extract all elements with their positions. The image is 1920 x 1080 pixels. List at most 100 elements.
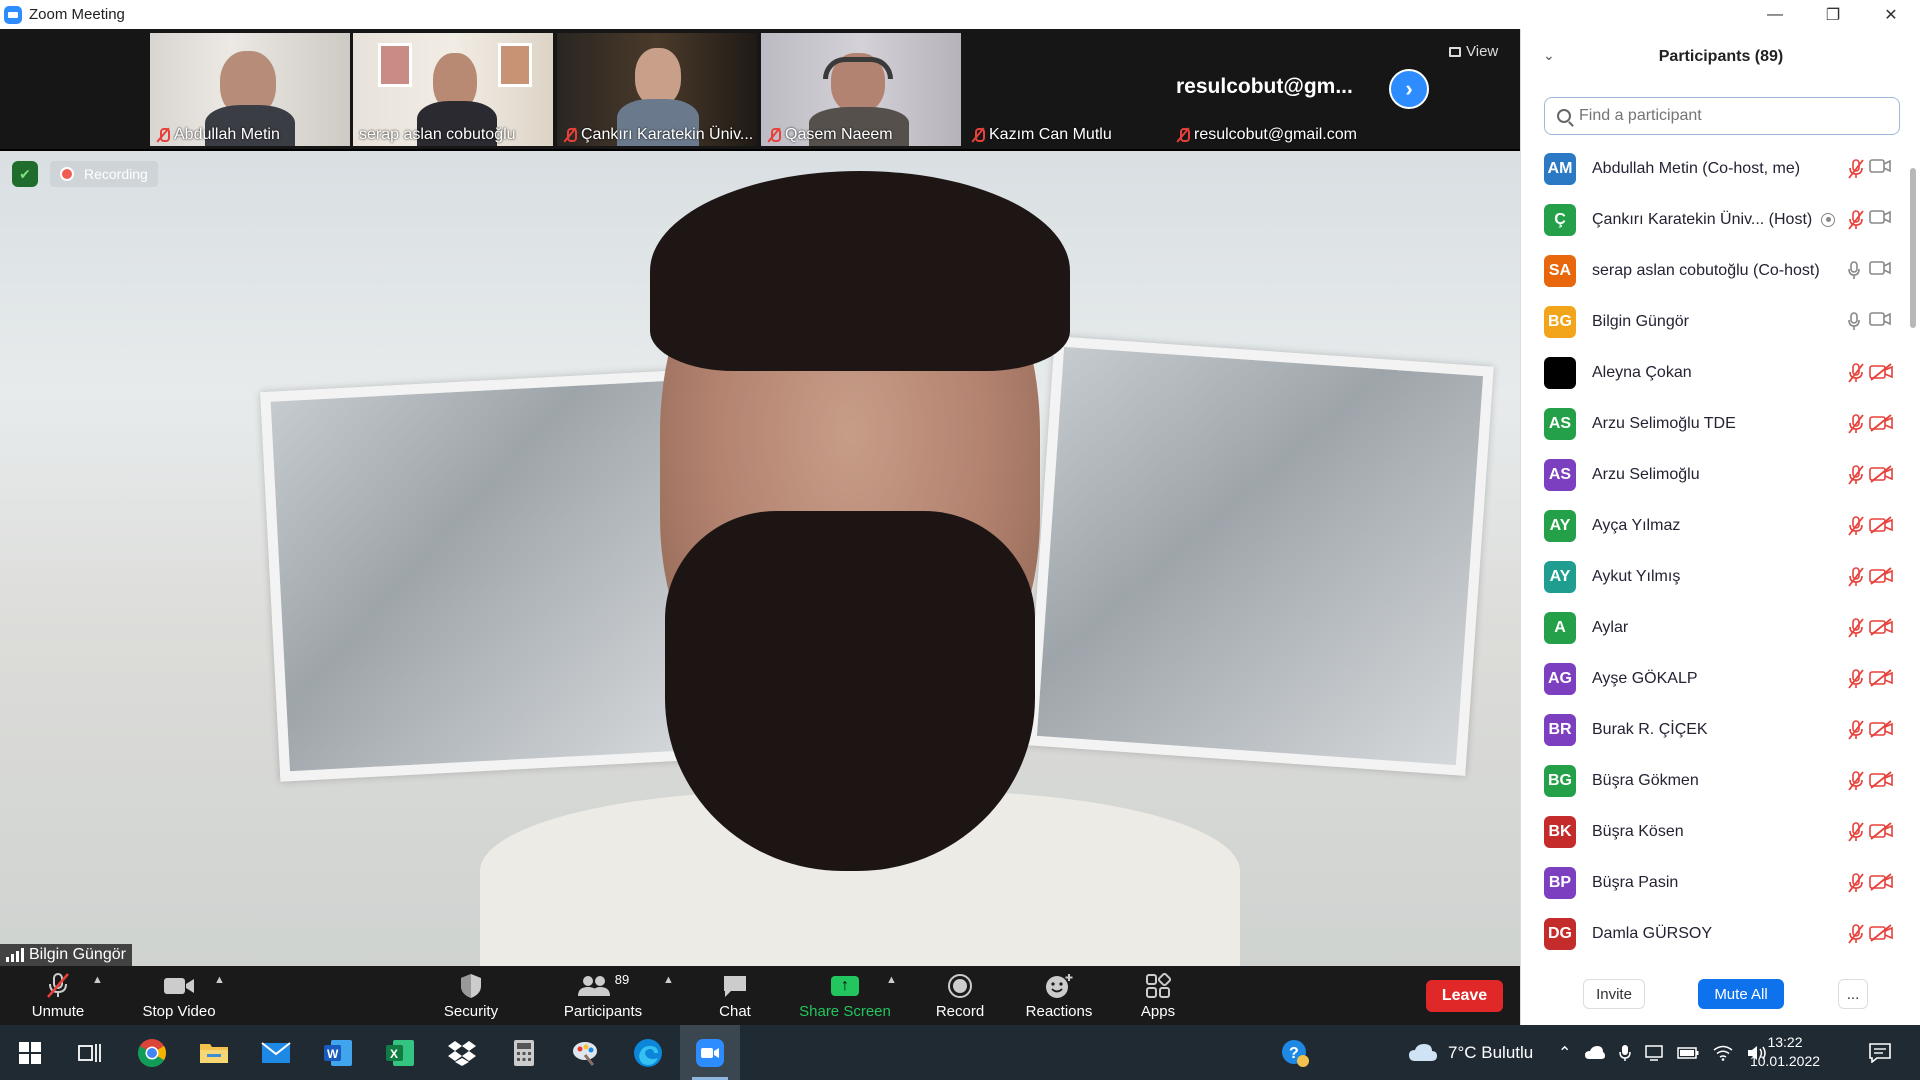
mic-muted-icon[interactable] — [1847, 872, 1867, 894]
shield-icon[interactable]: ✔ — [12, 161, 38, 187]
chrome-icon[interactable] — [122, 1025, 182, 1080]
video-thumbnail[interactable]: serap aslan cobutoğlu — [353, 33, 553, 146]
security-button[interactable]: Security — [436, 966, 506, 1025]
restore-button[interactable]: ❐ — [1804, 0, 1862, 29]
close-button[interactable]: ✕ — [1862, 0, 1920, 29]
stop-video-button[interactable]: Stop Video — [134, 966, 224, 1025]
participant-row[interactable]: BR Burak R. ÇİÇEK — [1521, 704, 1906, 755]
share-options-caret-icon[interactable]: ▲ — [886, 974, 897, 986]
mic-muted-icon[interactable] — [1847, 770, 1867, 792]
video-thumbnail[interactable]: Çankırı Karatekin Üniv... — [557, 33, 757, 146]
camera-icon[interactable] — [1869, 158, 1895, 179]
zoom-taskbar-icon[interactable] — [680, 1025, 740, 1080]
participant-row[interactable]: AS Arzu Selimoğlu — [1521, 449, 1906, 500]
notifications-icon[interactable] — [1850, 1025, 1910, 1080]
unmute-button[interactable]: Unmute — [22, 966, 94, 1025]
chevron-up-icon[interactable]: ⌃ — [1558, 1043, 1571, 1063]
edge-icon[interactable] — [618, 1025, 678, 1080]
participant-row[interactable]: AS Arzu Selimoğlu TDE — [1521, 398, 1906, 449]
participant-row[interactable]: BK Büşra Kösen — [1521, 806, 1906, 857]
audio-options-caret-icon[interactable]: ▲ — [92, 974, 103, 986]
camera-off-icon[interactable] — [1869, 923, 1895, 944]
participant-list[interactable]: AM Abdullah Metin (Co-host, me) Ç Çankırı K… — [1521, 143, 1906, 963]
camera-off-icon[interactable] — [1869, 464, 1895, 485]
camera-off-icon[interactable] — [1869, 413, 1895, 434]
camera-off-icon[interactable] — [1869, 515, 1895, 536]
camera-off-icon[interactable] — [1869, 872, 1895, 893]
camera-off-icon[interactable] — [1869, 719, 1895, 740]
participant-row[interactable]: AG Ayşe GÖKALP — [1521, 653, 1906, 704]
chat-button[interactable]: Chat — [710, 966, 760, 1025]
mic-icon[interactable] — [1847, 260, 1867, 282]
participant-row[interactable]: AY Aykut Yılmış — [1521, 551, 1906, 602]
participants-button[interactable]: 89 Participants — [556, 966, 650, 1025]
file-explorer-icon[interactable] — [184, 1025, 244, 1080]
mic-muted-icon[interactable] — [1847, 413, 1867, 435]
participant-row[interactable]: A Aylar — [1521, 602, 1906, 653]
mic-muted-icon[interactable] — [1847, 617, 1867, 639]
camera-icon[interactable] — [1869, 260, 1895, 281]
camera-off-icon[interactable] — [1869, 668, 1895, 689]
participant-row[interactable]: SA serap aslan cobutoğlu (Co-host) — [1521, 245, 1906, 296]
participant-search[interactable] — [1544, 97, 1900, 135]
share-screen-button[interactable]: ↑ Share Screen — [795, 966, 895, 1025]
participant-row[interactable]: BG Bilgin Güngör — [1521, 296, 1906, 347]
mic-muted-icon[interactable] — [1847, 464, 1867, 486]
video-options-caret-icon[interactable]: ▲ — [214, 974, 225, 986]
record-button[interactable]: Record — [932, 966, 988, 1025]
invite-button[interactable]: Invite — [1583, 979, 1645, 1009]
display-icon[interactable] — [1645, 1044, 1664, 1061]
camera-icon[interactable] — [1869, 311, 1895, 332]
recording-indicator[interactable]: Recording — [50, 161, 158, 187]
search-input[interactable] — [1579, 107, 1879, 125]
help-icon[interactable]: ? — [1265, 1025, 1325, 1080]
mic-muted-icon[interactable] — [1847, 158, 1867, 180]
task-view-icon[interactable] — [60, 1025, 120, 1080]
camera-icon[interactable] — [1869, 209, 1895, 230]
next-page-button[interactable]: › — [1389, 69, 1429, 109]
mail-icon[interactable] — [246, 1025, 306, 1080]
weather-widget[interactable]: 7°C Bulutlu — [1408, 1025, 1533, 1080]
video-thumbnail[interactable]: Abdullah Metin — [150, 33, 350, 146]
windows-start-icon[interactable] — [0, 1025, 60, 1080]
microphone-icon[interactable] — [1619, 1044, 1632, 1062]
mic-muted-icon[interactable] — [1847, 821, 1867, 843]
apps-button[interactable]: Apps — [1136, 966, 1180, 1025]
participant-row[interactable]: Aleyna Çokan — [1521, 347, 1906, 398]
mic-muted-icon[interactable] — [1847, 923, 1867, 945]
camera-off-icon[interactable] — [1869, 362, 1895, 383]
mic-muted-icon[interactable] — [1847, 515, 1867, 537]
camera-off-icon[interactable] — [1869, 617, 1895, 638]
reactions-button[interactable]: Reactions — [1021, 966, 1097, 1025]
wifi-icon[interactable] — [1713, 1045, 1733, 1061]
video-thumbnail[interactable]: Kazım Can Mutlu — [965, 33, 1165, 146]
mic-muted-icon[interactable] — [1847, 566, 1867, 588]
paint-icon[interactable] — [556, 1025, 616, 1080]
mic-muted-icon[interactable] — [1847, 362, 1867, 384]
more-options-button[interactable]: ... — [1838, 979, 1868, 1009]
video-thumbnail[interactable]: Qasem Naeem — [761, 33, 961, 146]
participant-row[interactable]: BP Büşra Pasin — [1521, 857, 1906, 908]
camera-off-icon[interactable] — [1869, 821, 1895, 842]
battery-icon[interactable] — [1677, 1046, 1699, 1059]
participants-caret-icon[interactable]: ▲ — [663, 974, 674, 986]
view-button[interactable]: View — [1449, 43, 1498, 60]
mic-muted-icon[interactable] — [1847, 209, 1867, 231]
participant-list-scrollbar[interactable] — [1908, 143, 1917, 961]
leave-button[interactable]: Leave — [1426, 980, 1503, 1012]
minimize-button[interactable]: — — [1746, 0, 1804, 29]
mic-muted-icon[interactable] — [1847, 719, 1867, 741]
word-icon[interactable]: W — [308, 1025, 368, 1080]
dropbox-icon[interactable] — [432, 1025, 492, 1080]
mute-all-button[interactable]: Mute All — [1698, 979, 1784, 1009]
calculator-icon[interactable] — [494, 1025, 554, 1080]
camera-off-icon[interactable] — [1869, 770, 1895, 791]
participant-row[interactable]: AM Abdullah Metin (Co-host, me) — [1521, 143, 1906, 194]
scrollbar-thumb[interactable] — [1910, 168, 1916, 328]
excel-icon[interactable]: X — [370, 1025, 430, 1080]
mic-icon[interactable] — [1847, 311, 1867, 333]
participant-row[interactable]: Ç Çankırı Karatekin Üniv... (Host) — [1521, 194, 1906, 245]
taskbar-clock[interactable]: 13:22 10.01.2022 — [1745, 1033, 1825, 1071]
onedrive-icon[interactable] — [1585, 1045, 1606, 1060]
mic-muted-icon[interactable] — [1847, 668, 1867, 690]
